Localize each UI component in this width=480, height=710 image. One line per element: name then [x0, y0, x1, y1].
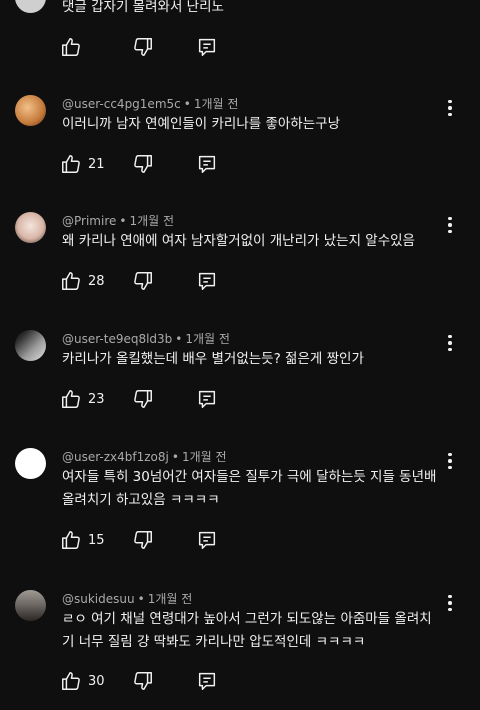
like-button[interactable]: 30	[60, 670, 105, 692]
comment-item: @user-zx4bf1zo8j • 1개월 전 여자들 특히 30넘어간 여자들은…	[0, 443, 480, 565]
more-vert-icon[interactable]	[440, 213, 460, 237]
comment-item: @Primire • 1개월 전 왜 카리나 연애에 여자 남자할거없이 개난리가 …	[0, 207, 480, 307]
comment-meta: @sukidesuu • 1개월 전	[62, 590, 192, 607]
comment-text: 카리나가 올킬했는데 배우 별거없는듯? 젊은게 짱인가	[62, 351, 364, 367]
comment-actions: 21	[60, 153, 260, 177]
comment-time[interactable]: 1개월 전	[148, 592, 193, 606]
thumb-down-icon	[134, 531, 152, 549]
thumb-down-icon	[134, 272, 152, 290]
comment-text: 댓글 갑자기 몰려와서 난리노	[62, 0, 224, 15]
thumb-up-icon	[62, 672, 80, 690]
dislike-button[interactable]	[132, 36, 154, 62]
reply-icon	[198, 390, 216, 408]
avatar[interactable]	[15, 590, 46, 621]
thumb-up-icon	[62, 38, 80, 56]
comment-meta: @user-te9eq8ld3b • 1개월 전	[62, 330, 230, 347]
comment-meta: @Primire • 1개월 전	[62, 212, 174, 229]
like-count: 15	[88, 532, 105, 548]
like-button[interactable]: 23	[60, 388, 105, 410]
comment-actions: 30	[60, 670, 260, 694]
dislike-button[interactable]	[132, 529, 154, 555]
comment-item: @user-te9eq8ld3b • 1개월 전 카리나가 올킬했는데 배우 별거없…	[0, 325, 480, 425]
more-vert-icon[interactable]	[440, 591, 460, 615]
dislike-button[interactable]	[132, 270, 154, 296]
like-button[interactable]	[60, 36, 88, 58]
avatar[interactable]	[15, 0, 46, 13]
more-vert-icon[interactable]	[440, 96, 460, 120]
comment-text: 이러니까 남자 연예인들이 카리나를 좋아하는구낭	[62, 116, 340, 132]
thumb-down-icon	[134, 155, 152, 173]
reply-icon	[198, 272, 216, 290]
comment-actions: 23	[60, 388, 260, 412]
separator-dot: •	[119, 214, 127, 228]
comment-text: ㄹㅇ 여기 채널 연령대가 높아서 그런가 되도않는 아줌마들 올려치기 너무 …	[62, 611, 432, 650]
comment-actions: 15	[60, 529, 260, 553]
reply-button[interactable]	[196, 270, 218, 296]
avatar[interactable]	[15, 448, 46, 479]
comment-meta: @user-zx4bf1zo8j • 1개월 전	[62, 448, 227, 465]
more-vert-icon[interactable]	[440, 449, 460, 473]
like-button[interactable]: 15	[60, 529, 105, 551]
comment-author[interactable]: @user-zx4bf1zo8j	[62, 450, 169, 464]
separator-dot: •	[137, 592, 145, 606]
reply-button[interactable]	[196, 36, 218, 62]
dislike-button[interactable]	[132, 670, 154, 696]
like-count: 21	[88, 156, 105, 172]
comment-item: @user-cc4pg1em5c • 1개월 전 이러니까 남자 연예인들이 카리나…	[0, 90, 480, 190]
comment-author[interactable]: @sukidesuu	[62, 592, 135, 606]
comment-time[interactable]: 1개월 전	[194, 97, 239, 111]
comment-meta: @user-cc4pg1em5c • 1개월 전	[62, 95, 238, 112]
comment-item: 댓글 갑자기 몰려와서 난리노	[0, 0, 480, 70]
reply-icon	[198, 531, 216, 549]
dislike-button[interactable]	[132, 153, 154, 179]
comment-time[interactable]: 1개월 전	[129, 214, 174, 228]
like-count: 28	[88, 273, 105, 289]
comment-item: @sukidesuu • 1개월 전 ㄹㅇ 여기 채널 연령대가 높아서 그런가 되…	[0, 585, 480, 707]
reply-button[interactable]	[196, 670, 218, 696]
thumb-up-icon	[62, 272, 80, 290]
thumb-up-icon	[62, 531, 80, 549]
avatar[interactable]	[15, 95, 46, 126]
separator-dot: •	[175, 332, 183, 346]
like-button[interactable]: 28	[60, 270, 105, 292]
comment-time[interactable]: 1개월 전	[182, 450, 227, 464]
comment-author[interactable]: @Primire	[62, 214, 116, 228]
thumb-up-icon	[62, 390, 80, 408]
reply-button[interactable]	[196, 153, 218, 179]
comment-text: 왜 카리나 연애에 여자 남자할거없이 개난리가 났는지 알수있음	[62, 233, 415, 249]
comment-time[interactable]: 1개월 전	[185, 332, 230, 346]
thumb-up-icon	[62, 155, 80, 173]
like-count: 30	[88, 673, 105, 689]
comment-author[interactable]: @user-cc4pg1em5c	[62, 97, 181, 111]
avatar[interactable]	[15, 212, 46, 243]
thumb-down-icon	[134, 38, 152, 56]
reply-button[interactable]	[196, 388, 218, 414]
like-count: 23	[88, 391, 105, 407]
comment-author[interactable]: @user-te9eq8ld3b	[62, 332, 172, 346]
thumb-down-icon	[134, 672, 152, 690]
more-vert-icon[interactable]	[440, 331, 460, 355]
comment-text: 여자들 특히 30넘어간 여자들은 질투가 극에 달하는듯 지들 동년배 올려치…	[62, 469, 437, 508]
reply-icon	[198, 155, 216, 173]
dislike-button[interactable]	[132, 388, 154, 414]
thumb-down-icon	[134, 390, 152, 408]
reply-button[interactable]	[196, 529, 218, 555]
comment-actions: 28	[60, 270, 260, 294]
like-button[interactable]: 21	[60, 153, 105, 175]
reply-icon	[198, 672, 216, 690]
reply-icon	[198, 38, 216, 56]
avatar[interactable]	[15, 330, 46, 361]
separator-dot: •	[171, 450, 179, 464]
separator-dot: •	[183, 97, 191, 111]
comment-actions	[60, 36, 260, 60]
